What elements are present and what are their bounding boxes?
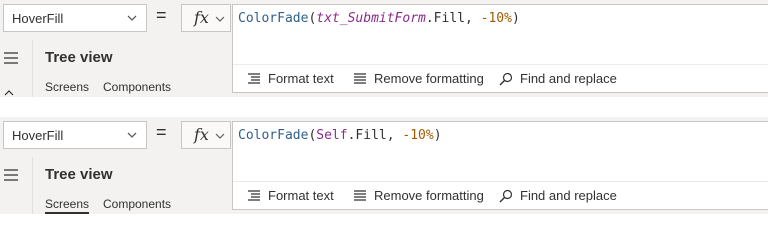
tab-screens[interactable]: Screens [45,80,89,94]
fx-icon: fx [194,125,209,144]
tab-components[interactable]: Components [103,80,171,94]
chevron-left-icon[interactable] [3,88,15,96]
find-and-replace-button[interactable]: Find and replace [499,182,649,210]
formula-function: ColorFade [238,128,309,143]
find-and-replace-label: Find and replace [520,71,617,86]
equals-sign: = [156,5,167,25]
formula-argument-property: .Fill, [347,128,403,143]
format-text-icon [248,73,260,84]
formula-editor[interactable]: ColorFade(txt_SubmitForm.Fill, -10%) For… [232,4,768,93]
formula-toolbar: Format text Remove formatting Find and r… [233,64,768,93]
search-icon [499,72,513,86]
property-value: HoverFill [12,128,64,143]
remove-formatting-icon [354,73,366,84]
search-icon [499,189,513,203]
chevron-down-icon [127,15,137,21]
formula-argument-property: .Fill, [425,11,481,26]
format-text-label: Format text [268,188,334,203]
formula-bar-panel-2: HoverFill = fx ColorFade(Self.Fill, -10%… [0,117,768,214]
formula-argument-identifier: txt_SubmitForm [316,11,426,26]
find-and-replace-label: Find and replace [520,188,617,203]
formula-bar-panel-1: HoverFill = fx ColorFade(txt_SubmitForm.… [0,0,768,97]
tree-view-title: Tree view [45,166,113,183]
find-and-replace-button[interactable]: Find and replace [499,65,649,93]
fx-button[interactable]: fx [181,121,231,149]
property-value: HoverFill [12,11,64,26]
chevron-down-icon [215,133,225,139]
format-text-button[interactable]: Format text [247,65,367,93]
fx-icon: fx [194,8,209,27]
formula-close-paren: ) [511,11,520,26]
formula-text[interactable]: ColorFade(Self.Fill, -10%) [238,128,442,143]
chevron-down-icon [215,16,225,22]
fx-button[interactable]: fx [181,4,231,32]
equals-sign: = [156,122,167,142]
remove-formatting-button[interactable]: Remove formatting [353,182,503,210]
remove-formatting-label: Remove formatting [374,71,484,86]
format-text-icon [248,190,260,201]
tree-view-title: Tree view [45,49,113,66]
hamburger-icon[interactable] [4,52,18,64]
sidebar-divider [32,40,33,97]
hamburger-icon[interactable] [4,169,18,181]
formula-function: ColorFade [238,11,309,26]
remove-formatting-button[interactable]: Remove formatting [353,65,503,93]
formula-text[interactable]: ColorFade(txt_SubmitForm.Fill, -10%) [238,11,520,26]
remove-formatting-icon [354,190,366,201]
sidebar-divider [32,157,33,214]
formula-close-paren: ) [433,128,442,143]
remove-formatting-label: Remove formatting [374,188,484,203]
format-text-label: Format text [268,71,334,86]
tab-screens[interactable]: Screens [45,197,89,211]
formula-toolbar: Format text Remove formatting Find and r… [233,181,768,210]
property-dropdown[interactable]: HoverFill [3,121,147,149]
tab-components[interactable]: Components [103,197,171,211]
chevron-down-icon [127,132,137,138]
formula-argument-identifier: Self [316,128,348,143]
formula-argument-number: -10% [480,11,512,26]
formula-argument-number: -10% [402,128,434,143]
property-dropdown[interactable]: HoverFill [3,4,147,32]
formula-editor[interactable]: ColorFade(Self.Fill, -10%) Format text R… [232,121,768,210]
format-text-button[interactable]: Format text [247,182,367,210]
tab-screens-underline [45,212,89,214]
